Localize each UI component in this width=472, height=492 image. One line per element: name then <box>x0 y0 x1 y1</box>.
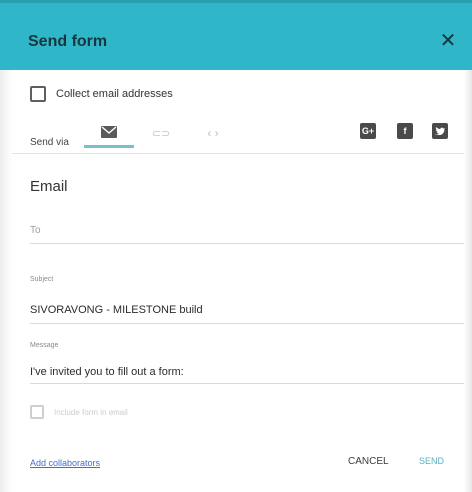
send-button[interactable]: SEND <box>419 456 444 466</box>
message-label: Message <box>30 342 59 349</box>
subject-value: SIVORAVONG - MILESTONE build <box>30 304 203 316</box>
message-field[interactable]: Message I've invited you to fill out a f… <box>30 342 464 384</box>
google-plus-icon[interactable]: G+ <box>360 123 376 139</box>
dialog-header: Send form ✕ <box>0 0 472 70</box>
close-icon[interactable]: ✕ <box>438 31 458 51</box>
embed-code-icon: ‹ › <box>207 126 219 140</box>
include-form-checkbox <box>30 405 44 419</box>
send-via-label: Send via <box>30 137 69 148</box>
tab-send-via-link[interactable]: ⊂⊃ <box>146 118 176 148</box>
mail-icon <box>101 125 117 138</box>
email-section-title: Email <box>30 178 68 195</box>
dialog-title: Send form <box>28 33 108 50</box>
to-field[interactable]: To <box>30 218 464 244</box>
cancel-button[interactable]: CANCEL <box>348 456 389 467</box>
twitter-bird-glyph <box>435 127 445 135</box>
subject-field[interactable]: Subject SIVORAVONG - MILESTONE build <box>30 276 464 324</box>
include-form-label: Include form in email <box>54 407 128 417</box>
tab-send-via-embed[interactable]: ‹ › <box>198 118 228 148</box>
dialog-shadow-left <box>0 70 12 492</box>
tab-send-via-email[interactable] <box>84 118 134 148</box>
facebook-icon[interactable]: f <box>397 123 413 139</box>
collect-email-checkbox[interactable] <box>30 86 46 102</box>
collect-email-row[interactable]: Collect email addresses <box>30 84 173 104</box>
collect-email-label: Collect email addresses <box>56 88 173 100</box>
subject-label: Subject <box>30 276 54 283</box>
include-form-row: Include form in email <box>30 404 128 420</box>
to-placeholder: To <box>30 225 41 236</box>
twitter-icon[interactable] <box>432 123 448 139</box>
send-form-dialog: Send form ✕ Collect email addresses Send… <box>0 0 472 492</box>
tabs-divider <box>12 153 464 154</box>
add-collaborators-link[interactable]: Add collaborators <box>30 458 100 468</box>
message-value: I've invited you to fill out a form: <box>30 366 184 378</box>
dialog-shadow-right <box>464 0 472 492</box>
link-icon: ⊂⊃ <box>151 127 171 140</box>
